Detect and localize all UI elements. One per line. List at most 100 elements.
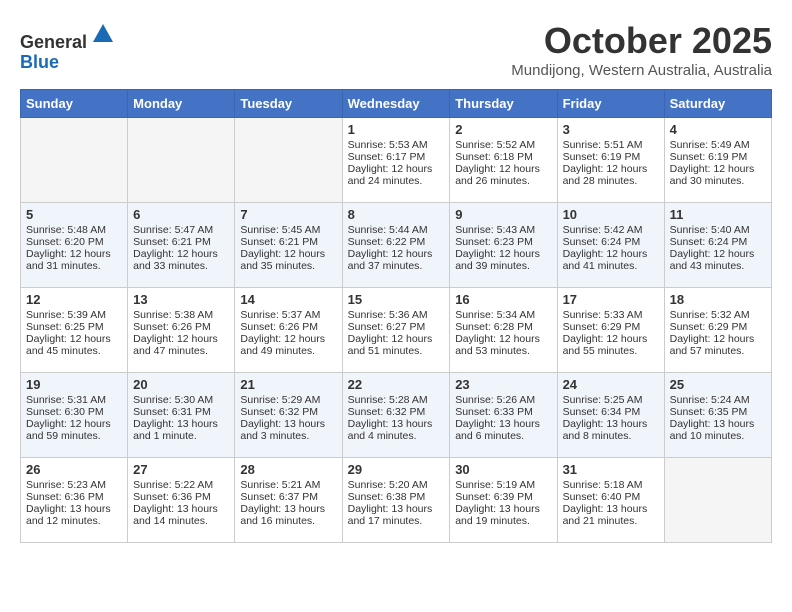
calendar-cell: 12Sunrise: 5:39 AMSunset: 6:25 PMDayligh… — [21, 288, 128, 373]
calendar-cell: 17 Sunrise: 5:33 AMSunset: 6:29 PMDayligh… — [557, 288, 664, 373]
day-number: 15 — [348, 292, 445, 307]
day-number: 17 — [563, 292, 659, 307]
day-info: Sunrise: 5:49 AM — [670, 139, 766, 151]
day-info: Sunset: 6:32 PM — [240, 406, 336, 418]
day-info: Sunrise: 5:22 AM — [133, 479, 229, 491]
day-info: Daylight: 13 hours and 14 minutes. — [133, 503, 229, 527]
calendar-cell — [21, 118, 128, 203]
day-info: Sunrise: 5:29 AM — [240, 394, 336, 406]
day-info: Sunrise: 5:43 AM — [455, 224, 551, 236]
calendar-cell: 18Sunrise: 5:32 AMSunset: 6:29 PMDayligh… — [664, 288, 771, 373]
day-info: Daylight: 13 hours and 21 minutes. — [563, 503, 659, 527]
day-info: Sunset: 6:21 PM — [133, 236, 229, 248]
logo: General Blue — [20, 20, 117, 73]
day-info: Daylight: 12 hours and 45 minutes. — [26, 333, 122, 357]
day-info: Sunrise: 5:26 AM — [455, 394, 551, 406]
calendar-cell: 27 Sunrise: 5:22 AMSunset: 6:36 PMDayligh… — [128, 458, 235, 543]
day-info: Sunrise: 5:42 AM — [563, 224, 659, 236]
day-info: Sunrise: 5:37 AM — [240, 309, 336, 321]
calendar-cell — [235, 118, 342, 203]
day-info: Daylight: 13 hours and 6 minutes. — [455, 418, 551, 442]
calendar-table: SundayMondayTuesdayWednesdayThursdayFrid… — [20, 89, 772, 543]
logo-blue-text: Blue — [20, 52, 59, 72]
day-info: Sunset: 6:29 PM — [563, 321, 659, 333]
day-info: Sunset: 6:30 PM — [26, 406, 122, 418]
weekday-header-sunday: Sunday — [21, 90, 128, 118]
day-info: Sunrise: 5:39 AM — [26, 309, 122, 321]
day-info: Daylight: 13 hours and 4 minutes. — [348, 418, 445, 442]
day-number: 21 — [240, 377, 336, 392]
day-number: 1 — [348, 122, 445, 137]
day-info: Sunset: 6:36 PM — [26, 491, 122, 503]
day-info: Sunset: 6:18 PM — [455, 151, 551, 163]
day-info: Sunset: 6:19 PM — [670, 151, 766, 163]
day-info: Sunrise: 5:38 AM — [133, 309, 229, 321]
day-info: Sunrise: 5:23 AM — [26, 479, 122, 491]
day-info: Sunset: 6:38 PM — [348, 491, 445, 503]
day-info: Sunrise: 5:33 AM — [563, 309, 659, 321]
day-number: 23 — [455, 377, 551, 392]
title-section: October 2025 Mundijong, Western Australi… — [511, 20, 772, 79]
day-info: Daylight: 13 hours and 12 minutes. — [26, 503, 122, 527]
day-info: Sunset: 6:26 PM — [240, 321, 336, 333]
day-number: 8 — [348, 207, 445, 222]
weekday-header-wednesday: Wednesday — [342, 90, 450, 118]
day-info: Daylight: 13 hours and 1 minute. — [133, 418, 229, 442]
calendar-cell: 25Sunrise: 5:24 AMSunset: 6:35 PMDayligh… — [664, 373, 771, 458]
calendar-cell: 31Sunrise: 5:18 AMSunset: 6:40 PMDayligh… — [557, 458, 664, 543]
day-info: Sunset: 6:36 PM — [133, 491, 229, 503]
day-info: Sunrise: 5:31 AM — [26, 394, 122, 406]
day-info: Sunset: 6:37 PM — [240, 491, 336, 503]
calendar-cell: 28Sunrise: 5:21 AMSunset: 6:37 PMDayligh… — [235, 458, 342, 543]
day-info: Daylight: 12 hours and 26 minutes. — [455, 163, 551, 187]
day-info: Sunset: 6:33 PM — [455, 406, 551, 418]
calendar-cell: 22Sunrise: 5:28 AMSunset: 6:32 PMDayligh… — [342, 373, 450, 458]
day-number: 5 — [26, 207, 122, 222]
day-number: 26 — [26, 462, 122, 477]
day-info: Daylight: 12 hours and 37 minutes. — [348, 248, 445, 272]
day-info: Daylight: 12 hours and 55 minutes. — [563, 333, 659, 357]
day-number: 4 — [670, 122, 766, 137]
calendar-cell: 16Sunrise: 5:34 AMSunset: 6:28 PMDayligh… — [450, 288, 557, 373]
calendar-week-row: 26Sunrise: 5:23 AMSunset: 6:36 PMDayligh… — [21, 458, 772, 543]
calendar-cell: 29Sunrise: 5:20 AMSunset: 6:38 PMDayligh… — [342, 458, 450, 543]
day-info: Daylight: 12 hours and 43 minutes. — [670, 248, 766, 272]
day-info: Daylight: 13 hours and 19 minutes. — [455, 503, 551, 527]
day-info: Sunset: 6:24 PM — [670, 236, 766, 248]
day-info: Daylight: 12 hours and 51 minutes. — [348, 333, 445, 357]
day-info: Daylight: 13 hours and 16 minutes. — [240, 503, 336, 527]
logo-icon — [89, 20, 117, 48]
calendar-week-row: 19Sunrise: 5:31 AMSunset: 6:30 PMDayligh… — [21, 373, 772, 458]
day-info: Sunset: 6:21 PM — [240, 236, 336, 248]
day-info: Daylight: 12 hours and 24 minutes. — [348, 163, 445, 187]
weekday-header-monday: Monday — [128, 90, 235, 118]
day-number: 3 — [563, 122, 659, 137]
weekday-header-friday: Friday — [557, 90, 664, 118]
day-info: Sunset: 6:31 PM — [133, 406, 229, 418]
day-info: Sunrise: 5:40 AM — [670, 224, 766, 236]
day-number: 18 — [670, 292, 766, 307]
calendar-week-row: 5Sunrise: 5:48 AMSunset: 6:20 PMDaylight… — [21, 203, 772, 288]
day-info: Daylight: 12 hours and 57 minutes. — [670, 333, 766, 357]
day-info: Daylight: 12 hours and 53 minutes. — [455, 333, 551, 357]
day-info: Sunset: 6:26 PM — [133, 321, 229, 333]
day-info: Sunset: 6:29 PM — [670, 321, 766, 333]
day-info: Sunrise: 5:34 AM — [455, 309, 551, 321]
calendar-cell: 7Sunrise: 5:45 AMSunset: 6:21 PMDaylight… — [235, 203, 342, 288]
calendar-cell: 23 Sunrise: 5:26 AMSunset: 6:33 PMDayligh… — [450, 373, 557, 458]
day-info: Sunset: 6:25 PM — [26, 321, 122, 333]
calendar-cell: 24Sunrise: 5:25 AMSunset: 6:34 PMDayligh… — [557, 373, 664, 458]
weekday-header-saturday: Saturday — [664, 90, 771, 118]
day-info: Sunrise: 5:47 AM — [133, 224, 229, 236]
day-info: Sunset: 6:19 PM — [563, 151, 659, 163]
day-number: 30 — [455, 462, 551, 477]
calendar-cell: 1Sunrise: 5:53 AMSunset: 6:17 PMDaylight… — [342, 118, 450, 203]
day-info: Sunset: 6:23 PM — [455, 236, 551, 248]
calendar-cell: 2Sunrise: 5:52 AMSunset: 6:18 PMDaylight… — [450, 118, 557, 203]
day-number: 25 — [670, 377, 766, 392]
calendar-cell — [128, 118, 235, 203]
day-info: Daylight: 12 hours and 59 minutes. — [26, 418, 122, 442]
day-info: Sunrise: 5:51 AM — [563, 139, 659, 151]
day-info: Sunset: 6:34 PM — [563, 406, 659, 418]
day-number: 27 — [133, 462, 229, 477]
